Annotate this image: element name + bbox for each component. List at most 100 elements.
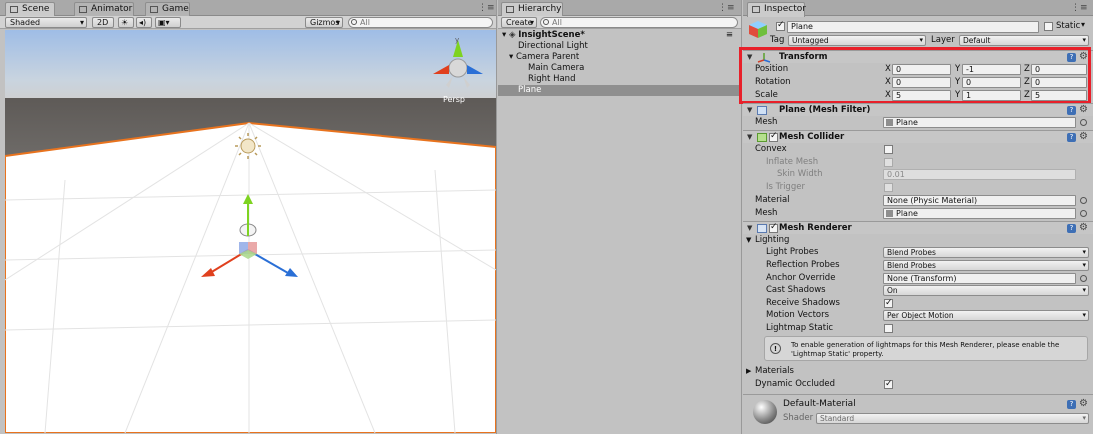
plane-object[interactable] <box>5 121 496 433</box>
scale-z-field[interactable]: 5 <box>1031 90 1087 101</box>
gear-icon[interactable]: ⚙ <box>1079 51 1088 62</box>
tab-inspector[interactable]: Inspector <box>747 2 806 17</box>
2d-toggle-button[interactable]: 2D <box>92 17 114 28</box>
foldout-open-icon[interactable]: ▼ <box>747 53 752 61</box>
foldout-closed-icon[interactable]: ▶ <box>746 365 751 377</box>
rotation-z-field[interactable]: 0 <box>1031 77 1087 88</box>
scene-viewport[interactable]: y Persp <box>5 30 496 433</box>
lighting-toggle-icon[interactable]: ☀ <box>118 17 134 28</box>
physic-material-field[interactable]: None (Physic Material) <box>883 195 1076 206</box>
motion-vectors-dropdown[interactable]: Per Object Motion ▾ <box>883 310 1089 321</box>
tab-animator[interactable]: Animator <box>74 2 134 16</box>
materials-foldout[interactable]: ▶ Materials <box>743 365 1093 377</box>
reflection-probes-dropdown[interactable]: Blend Probes ▾ <box>883 260 1089 271</box>
static-checkbox[interactable] <box>1044 22 1053 31</box>
hierarchy-item-camera-parent[interactable]: ▾ Camera Parent <box>498 52 741 63</box>
object-picker-icon[interactable] <box>1080 119 1087 126</box>
hierarchy-scene-root[interactable]: ▾ ◈ InsightScene* ≡ <box>498 30 741 41</box>
gear-icon[interactable]: ⚙ <box>1079 398 1088 409</box>
tab-scene[interactable]: Scene <box>5 2 55 17</box>
active-checkbox[interactable] <box>776 20 785 31</box>
rotation-x-field[interactable]: 0 <box>892 77 951 88</box>
hierarchy-item-main-camera[interactable]: Main Camera <box>498 63 741 74</box>
lighting-foldout[interactable]: ▼ Lighting <box>743 234 1093 246</box>
rotation-y-field[interactable]: 0 <box>962 77 1021 88</box>
is-trigger-row: Is Trigger <box>743 181 1093 193</box>
material-name: Default-Material <box>783 399 856 409</box>
create-dropdown[interactable]: Create ▾ <box>501 17 537 28</box>
object-picker-icon[interactable] <box>1080 210 1087 217</box>
object-name-field[interactable]: Plane <box>787 21 1039 33</box>
receive-shadows-checkbox[interactable] <box>884 297 893 309</box>
dropdown-arrow-icon: ▾ <box>1082 311 1086 319</box>
effects-dropdown-icon[interactable]: ▣▾ <box>155 17 181 28</box>
hierarchy-search-input[interactable]: All <box>540 17 738 28</box>
shading-mode-dropdown[interactable]: Shaded ▾ <box>5 17 87 28</box>
panel-menu-icon[interactable]: ⋮≡ <box>478 3 495 13</box>
scale-y-field[interactable]: 1 <box>962 90 1021 101</box>
mesh-collider-header[interactable]: ▼ Mesh Collider ?⚙ <box>743 130 1093 143</box>
scene-icon <box>10 6 18 13</box>
scene-search-input[interactable]: All <box>348 17 493 28</box>
foldout-open-icon[interactable]: ▼ <box>747 106 752 114</box>
cast-shadows-dropdown[interactable]: On ▾ <box>883 285 1089 296</box>
tag-dropdown[interactable]: Untagged ▾ <box>788 35 926 46</box>
audio-toggle-icon[interactable]: ◂) <box>136 17 152 28</box>
hierarchy-tabbar: Hierarchy ⋮≡ <box>498 0 741 17</box>
foldout-open-icon[interactable]: ▼ <box>747 224 752 232</box>
mesh-collider-enabled-checkbox[interactable] <box>769 131 778 142</box>
lightmap-static-checkbox[interactable] <box>884 324 893 333</box>
dropdown-arrow-icon: ▾ <box>1082 414 1086 422</box>
gear-icon[interactable]: ⚙ <box>1079 222 1088 233</box>
persp-label[interactable]: Persp <box>443 95 465 104</box>
help-icon[interactable]: ? <box>1067 133 1076 142</box>
static-dropdown-icon[interactable]: ▾ <box>1081 20 1085 29</box>
tab-game[interactable]: Game <box>145 2 190 16</box>
foldout-open-icon[interactable]: ▼ <box>746 234 751 246</box>
mesh-filter-mesh-field[interactable]: Plane <box>883 117 1076 128</box>
mesh-renderer-header[interactable]: ▼ Mesh Renderer ?⚙ <box>743 221 1093 234</box>
hierarchy-item-plane[interactable]: Plane <box>498 85 741 96</box>
scale-x-field[interactable]: 5 <box>892 90 951 101</box>
mesh-renderer-enabled-checkbox[interactable] <box>769 222 778 233</box>
foldout-open-icon[interactable]: ▾ <box>509 52 513 62</box>
layer-dropdown[interactable]: Default ▾ <box>959 35 1089 46</box>
help-icon[interactable]: ? <box>1067 106 1076 115</box>
mesh-renderer-icon <box>757 224 767 233</box>
hierarchy-item-directional-light[interactable]: Directional Light <box>498 41 741 52</box>
help-icon[interactable]: ? <box>1067 224 1076 233</box>
scene-render[interactable]: y Persp <box>5 30 496 433</box>
foldout-open-icon[interactable]: ▼ <box>747 133 752 141</box>
gear-icon[interactable]: ⚙ <box>1079 104 1088 115</box>
position-y-field[interactable]: -1 <box>962 64 1021 75</box>
foldout-open-icon[interactable]: ▾ <box>502 30 506 40</box>
shader-dropdown[interactable]: Standard ▾ <box>816 413 1089 424</box>
help-icon[interactable]: ? <box>1067 53 1076 62</box>
anchor-override-field[interactable]: None (Transform) <box>883 273 1076 284</box>
help-icon[interactable]: ? <box>1067 400 1076 409</box>
hierarchy-panel: Hierarchy ⋮≡ Create ▾ All ▾ ◈ InsightSce… <box>498 0 742 434</box>
position-x-field[interactable]: 0 <box>892 64 951 75</box>
hierarchy-item-right-hand[interactable]: Right Hand <box>498 74 741 85</box>
position-z-field[interactable]: 0 <box>1031 64 1087 75</box>
transform-component-header[interactable]: ▼ Transform ? ⚙ <box>743 50 1093 63</box>
object-picker-icon[interactable] <box>1080 197 1087 204</box>
collider-mesh-field[interactable]: Plane <box>883 208 1076 219</box>
gear-icon[interactable]: ⚙ <box>1079 131 1088 142</box>
gizmos-dropdown[interactable]: Gizmos ▾ <box>305 17 343 28</box>
panel-menu-icon[interactable]: ⋮≡ <box>1071 3 1088 13</box>
mesh-filter-header[interactable]: ▼ Plane (Mesh Filter) ? ⚙ <box>743 103 1093 116</box>
panel-menu-icon[interactable]: ⋮≡ <box>718 3 735 13</box>
inspector-panel: Inspector ⋮≡ Plane Static ▾ Tag Untagged… <box>739 0 1093 434</box>
hierarchy-icon <box>506 6 514 13</box>
is-trigger-checkbox <box>884 183 893 192</box>
light-probes-row: Light Probes Blend Probes ▾ <box>743 246 1093 258</box>
object-picker-icon[interactable] <box>1080 275 1087 282</box>
light-probes-dropdown[interactable]: Blend Probes ▾ <box>883 247 1089 258</box>
convex-checkbox[interactable] <box>884 145 893 154</box>
scene-menu-icon[interactable]: ≡ <box>726 30 733 41</box>
dynamic-occluded-checkbox[interactable] <box>884 378 893 390</box>
tab-hierarchy[interactable]: Hierarchy <box>501 2 563 17</box>
game-icon <box>150 6 158 13</box>
mesh-icon <box>886 119 893 126</box>
